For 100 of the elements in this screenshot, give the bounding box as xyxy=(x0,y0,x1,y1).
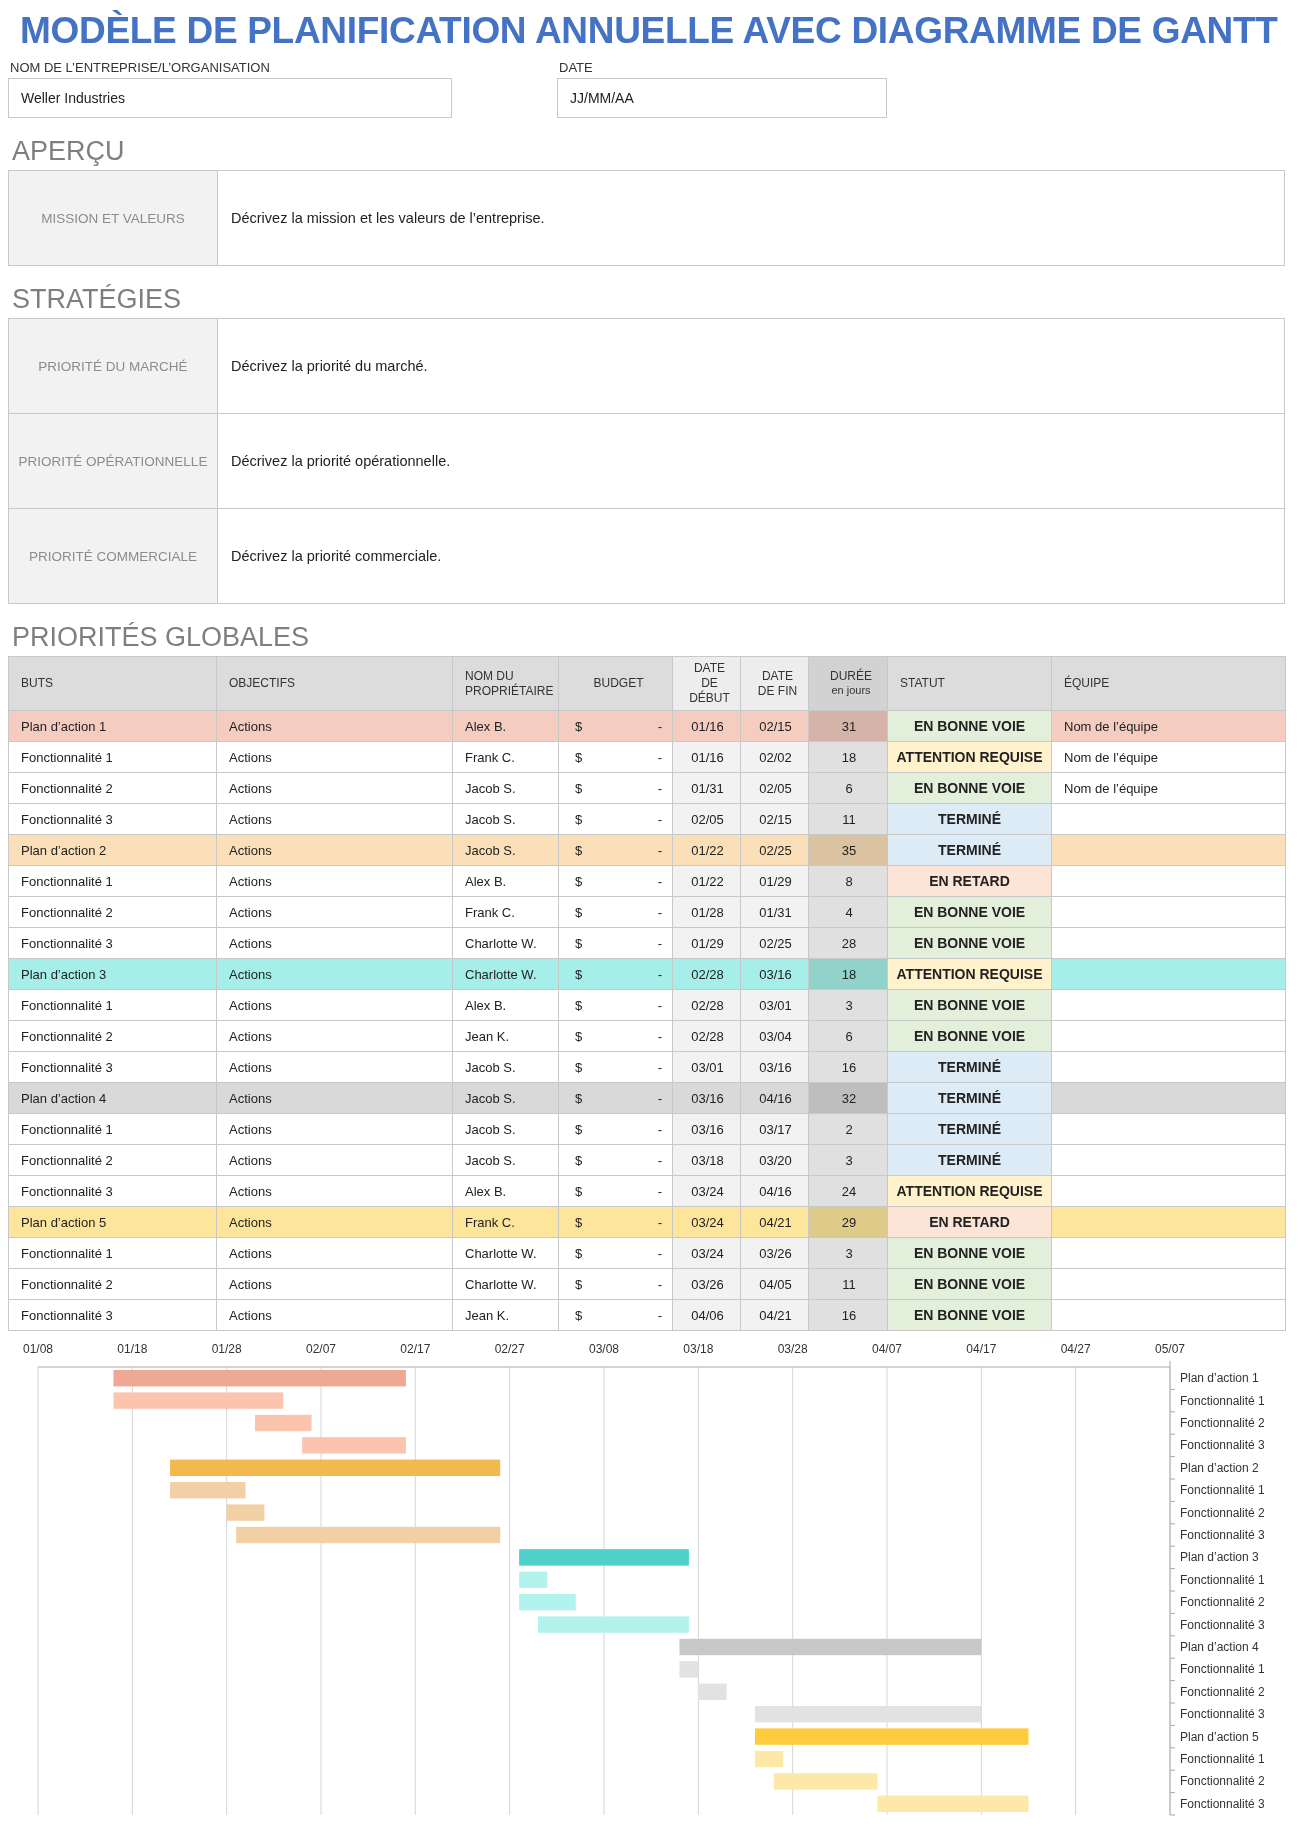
budget-amount: - xyxy=(657,935,662,951)
table-cell: 02/28 xyxy=(672,958,741,990)
table-cell: Actions xyxy=(216,1299,453,1331)
table-cell: Actions xyxy=(216,1237,453,1269)
currency-symbol: $ xyxy=(575,1307,583,1323)
table-cell: 24 xyxy=(808,1175,888,1207)
budget-amount: - xyxy=(657,1152,662,1168)
table-cell: Actions xyxy=(216,865,453,897)
section-heading: PRIORITÉS GLOBALES xyxy=(12,622,311,653)
table-cell: Jean K. xyxy=(452,1020,559,1052)
table-cell: 16 xyxy=(808,1299,888,1331)
column-header: ÉQUIPE xyxy=(1051,656,1286,711)
table-cell: Fonctionnalité 3 xyxy=(8,1175,217,1207)
row-label: PRIORITÉ COMMERCIALE xyxy=(9,509,218,603)
budget-amount: - xyxy=(657,904,662,920)
input-field[interactable]: Weller Industries xyxy=(8,78,452,118)
table-cell: 01/16 xyxy=(672,710,741,742)
table-cell: Fonctionnalité 2 xyxy=(8,772,217,804)
column-header: DATE DE DÉBUT xyxy=(672,656,741,711)
status-cell: TERMINÉ xyxy=(887,1144,1052,1176)
status-cell: EN RETARD xyxy=(887,865,1052,897)
table-cell: 01/29 xyxy=(740,865,809,897)
table-cell: Jean K. xyxy=(452,1299,559,1331)
budget-amount: - xyxy=(657,966,662,982)
table-cell: Actions xyxy=(216,772,453,804)
currency-symbol: $ xyxy=(575,780,583,796)
status-cell: EN RETARD xyxy=(887,1206,1052,1238)
table-cell: 3 xyxy=(808,989,888,1021)
currency-symbol: $ xyxy=(575,904,583,920)
table-cell: Fonctionnalité 1 xyxy=(8,741,217,773)
status-cell: EN BONNE VOIE xyxy=(887,1237,1052,1269)
table-cell: 8 xyxy=(808,865,888,897)
table-cell: 03/24 xyxy=(672,1237,741,1269)
budget-amount: - xyxy=(657,1028,662,1044)
table-cell: 11 xyxy=(808,803,888,835)
category-label: Fonctionnalité 1 xyxy=(1180,1662,1265,1677)
budget-amount: - xyxy=(657,1090,662,1106)
budget-amount: - xyxy=(657,1276,662,1292)
table-cell: Actions xyxy=(216,834,453,866)
axis-tick-label: 04/17 xyxy=(966,1342,997,1356)
column-header: NOM DU PROPRIÉTAIRE xyxy=(452,656,559,711)
category-label: Plan d’action 2 xyxy=(1180,1460,1259,1475)
table-cell: Actions xyxy=(216,989,453,1021)
table-cell: Jacob S. xyxy=(452,803,559,835)
table-cell: Nom de l’équipe xyxy=(1051,741,1286,773)
table-cell: 01/16 xyxy=(672,741,741,773)
description-text: Décrivez la priorité opérationnelle. xyxy=(230,452,452,471)
page-title: MODÈLE DE PLANIFICATION ANNUELLE AVEC DIAGRAMME DE GANTT xyxy=(20,10,1279,52)
table-cell: Plan d’action 4 xyxy=(8,1082,217,1114)
table-cell: Alex B. xyxy=(452,989,559,1021)
table-cell: 03/01 xyxy=(672,1051,741,1083)
table-cell: Jacob S. xyxy=(452,1113,559,1145)
input-field[interactable]: JJ/MM/AA xyxy=(557,78,887,118)
budget-amount: - xyxy=(657,749,662,765)
table-cell: Actions xyxy=(216,1113,453,1145)
table-cell: 01/22 xyxy=(672,834,741,866)
table-cell: Fonctionnalité 1 xyxy=(8,1113,217,1145)
table-cell: 32 xyxy=(808,1082,888,1114)
axis-tick-label: 03/18 xyxy=(683,1342,714,1356)
table-cell: Frank C. xyxy=(452,1206,559,1238)
currency-symbol: $ xyxy=(575,718,583,734)
currency-symbol: $ xyxy=(575,873,583,889)
category-label: Fonctionnalité 3 xyxy=(1180,1438,1265,1453)
description-text: Décrivez la priorité commerciale. xyxy=(230,547,443,566)
table-cell: Actions xyxy=(216,1051,453,1083)
table-cell: 04/16 xyxy=(740,1175,809,1207)
table-cell: 02/28 xyxy=(672,1020,741,1052)
column-header: STATUT xyxy=(887,656,1052,711)
budget-amount: - xyxy=(657,1059,662,1075)
table-cell: Fonctionnalité 2 xyxy=(8,1144,217,1176)
table-cell: 02/05 xyxy=(740,772,809,804)
table-cell: 03/26 xyxy=(740,1237,809,1269)
table-cell: Nom de l’équipe xyxy=(1051,772,1286,804)
table-cell: Actions xyxy=(216,958,453,990)
currency-symbol: $ xyxy=(575,842,583,858)
column-header: DURÉE en jours xyxy=(808,656,888,711)
status-cell: EN BONNE VOIE xyxy=(887,1020,1052,1052)
axis-tick-label: 02/27 xyxy=(494,1342,525,1356)
table-cell: 02/02 xyxy=(740,741,809,773)
table-cell: 03/16 xyxy=(740,958,809,990)
table-cell: Fonctionnalité 2 xyxy=(8,896,217,928)
currency-symbol: $ xyxy=(575,1090,583,1106)
table-cell: Actions xyxy=(216,1206,453,1238)
table-cell: Actions xyxy=(216,803,453,835)
table-cell: 3 xyxy=(808,1144,888,1176)
currency-symbol: $ xyxy=(575,966,583,982)
field-label: DATE xyxy=(558,60,594,75)
table-cell: 04/16 xyxy=(740,1082,809,1114)
column-header: BUDGET xyxy=(558,656,673,711)
table-cell: Actions xyxy=(216,1144,453,1176)
axis-tick-label: 01/28 xyxy=(211,1342,242,1356)
status-cell: TERMINÉ xyxy=(887,1082,1052,1114)
table-cell: 03/24 xyxy=(672,1175,741,1207)
status-cell: TERMINÉ xyxy=(887,1051,1052,1083)
status-cell: EN BONNE VOIE xyxy=(887,710,1052,742)
table-cell: 04/05 xyxy=(740,1268,809,1300)
table-cell: Fonctionnalité 3 xyxy=(8,803,217,835)
status-cell: EN BONNE VOIE xyxy=(887,1299,1052,1331)
table-cell: 03/01 xyxy=(740,989,809,1021)
table-cell: 31 xyxy=(808,710,888,742)
